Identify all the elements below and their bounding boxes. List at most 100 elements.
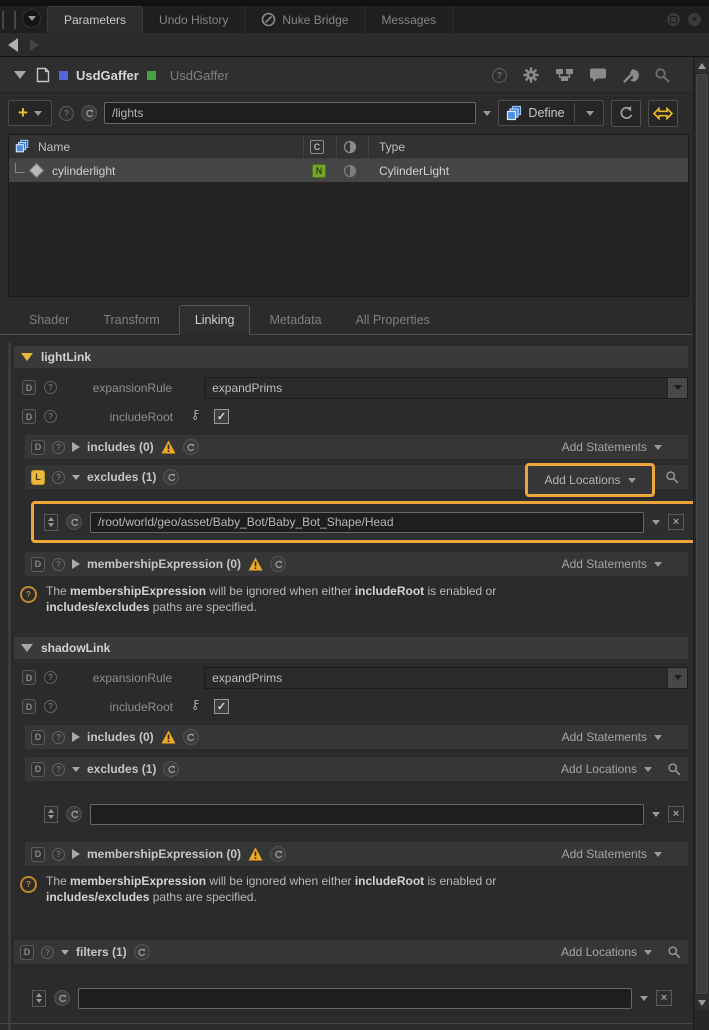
back-arrow-icon[interactable] [8,38,18,52]
revert-icon[interactable] [183,439,199,455]
path-dropdown-icon[interactable] [640,996,648,1001]
tab-linking[interactable]: Linking [179,305,251,335]
search-locations-icon[interactable] [667,945,682,960]
param-help-icon[interactable]: ? [44,671,57,684]
tab-nuke-bridge[interactable]: Nuke Bridge [245,6,365,33]
chevron-down-icon[interactable] [667,378,687,398]
reorder-handle-icon[interactable] [32,990,46,1007]
revert-icon[interactable] [66,514,82,530]
includeroot-checkbox[interactable]: ✓ [214,409,229,424]
remove-path-button[interactable]: × [668,806,684,822]
tab-messages[interactable]: Messages [365,6,453,33]
path-dropdown-icon[interactable] [652,812,660,817]
add-statements-dropdown[interactable]: Add Statements [562,440,680,454]
collapse-icon[interactable] [72,475,80,480]
path-dropdown-icon[interactable] [652,520,660,525]
revert-icon[interactable] [270,846,286,862]
pane-grip[interactable] [2,11,16,29]
revert-icon[interactable] [66,806,82,822]
help-icon[interactable]: ? [492,68,507,83]
column-name[interactable]: Name [38,140,70,154]
tree-row-cylinderlight[interactable]: cylinderlight N CylinderLight [9,159,688,182]
float-pane-icon[interactable] [667,13,680,26]
tab-metadata[interactable]: Metadata [254,306,336,334]
visibility-half-circle-icon[interactable] [343,140,357,154]
node-graph-icon[interactable] [555,67,574,83]
reorder-handle-icon[interactable] [44,806,58,823]
tab-all-properties[interactable]: All Properties [341,306,445,334]
lightlink-section-header[interactable]: lightLink [14,346,688,368]
comment-bubble-icon[interactable] [589,67,607,83]
param-help-icon[interactable]: ? [44,700,57,713]
reorder-handle-icon[interactable] [44,514,58,531]
define-dropdown-button[interactable]: Define [498,100,604,126]
revert-icon[interactable] [134,944,150,960]
param-help-icon[interactable]: ? [52,558,65,571]
tab-shader[interactable]: Shader [14,306,84,334]
tab-undo-history[interactable]: Undo History [143,6,245,33]
refresh-button[interactable] [611,100,641,127]
chevron-down-icon[interactable] [667,668,687,688]
exclude-path-input-empty[interactable] [90,804,644,825]
add-item-button[interactable]: + [8,100,52,126]
add-locations-dropdown[interactable]: Add Locations [561,945,680,959]
expand-icon[interactable] [72,442,80,452]
close-pane-icon[interactable]: × [688,13,701,26]
collapse-icon[interactable] [21,644,33,652]
includeroot-checkbox[interactable]: ✓ [214,699,229,714]
param-help-icon[interactable]: ? [52,731,65,744]
param-help-icon[interactable]: ? [52,441,65,454]
add-statements-dropdown[interactable]: Add Statements [562,847,680,861]
collapse-node-icon[interactable] [14,71,26,79]
pane-menu-button[interactable] [22,9,41,28]
expansionrule-dropdown[interactable]: expandPrims [204,667,688,689]
path-dropdown-icon[interactable] [483,111,491,116]
revert-icon[interactable] [54,990,70,1006]
param-help-icon[interactable]: ? [44,410,57,423]
expand-icon[interactable] [72,849,80,859]
path-revert-icon[interactable] [81,105,97,121]
scroll-down-icon[interactable] [695,995,709,1010]
remove-path-button[interactable]: × [656,990,672,1006]
tab-transform[interactable]: Transform [88,306,175,334]
shadowlink-section-header[interactable]: shadowLink [14,637,688,659]
filter-path-input-empty[interactable] [78,988,632,1009]
revert-icon[interactable] [163,761,179,777]
scrollbar-thumb[interactable] [696,74,708,994]
column-type[interactable]: Type [379,140,405,154]
expand-icon[interactable] [72,559,80,569]
add-statements-dropdown[interactable]: Add Statements [562,730,680,744]
search-locations-icon[interactable] [665,470,680,485]
revert-icon[interactable] [270,556,286,572]
root-path-input[interactable] [104,102,476,124]
search-icon[interactable] [654,67,671,84]
param-help-icon[interactable]: ? [52,763,65,776]
scroll-up-icon[interactable] [695,58,709,73]
revert-icon[interactable] [183,729,199,745]
remove-path-button[interactable]: × [668,514,684,530]
search-locations-icon[interactable] [667,762,682,777]
exclude-path-input[interactable] [90,512,644,533]
add-locations-dropdown-highlighted[interactable]: Add Locations [525,463,655,497]
collapse-icon[interactable] [61,950,69,955]
expand-icon[interactable] [72,732,80,742]
path-help-icon[interactable]: ? [59,106,74,121]
tab-parameters[interactable]: Parameters [47,6,143,33]
gear-icon[interactable] [522,66,540,84]
param-help-icon[interactable]: ? [41,946,54,959]
expansionrule-dropdown[interactable]: expandPrims [204,377,688,399]
visibility-toggle-icon[interactable] [343,164,357,178]
forward-arrow-icon[interactable] [30,39,39,51]
wrench-icon[interactable] [622,67,639,84]
param-help-icon[interactable]: ? [52,848,65,861]
add-statements-dropdown[interactable]: Add Statements [562,557,680,571]
param-help-icon[interactable]: ? [52,471,65,484]
sync-selection-button[interactable] [648,100,678,127]
column-c-badge[interactable]: C [310,140,324,154]
add-locations-dropdown[interactable]: Add Locations [561,762,680,776]
collapse-icon[interactable] [21,353,33,361]
revert-icon[interactable] [163,469,179,485]
param-help-icon[interactable]: ? [44,381,57,394]
collapse-icon[interactable] [72,767,80,772]
vertical-scrollbar[interactable] [693,57,709,1030]
